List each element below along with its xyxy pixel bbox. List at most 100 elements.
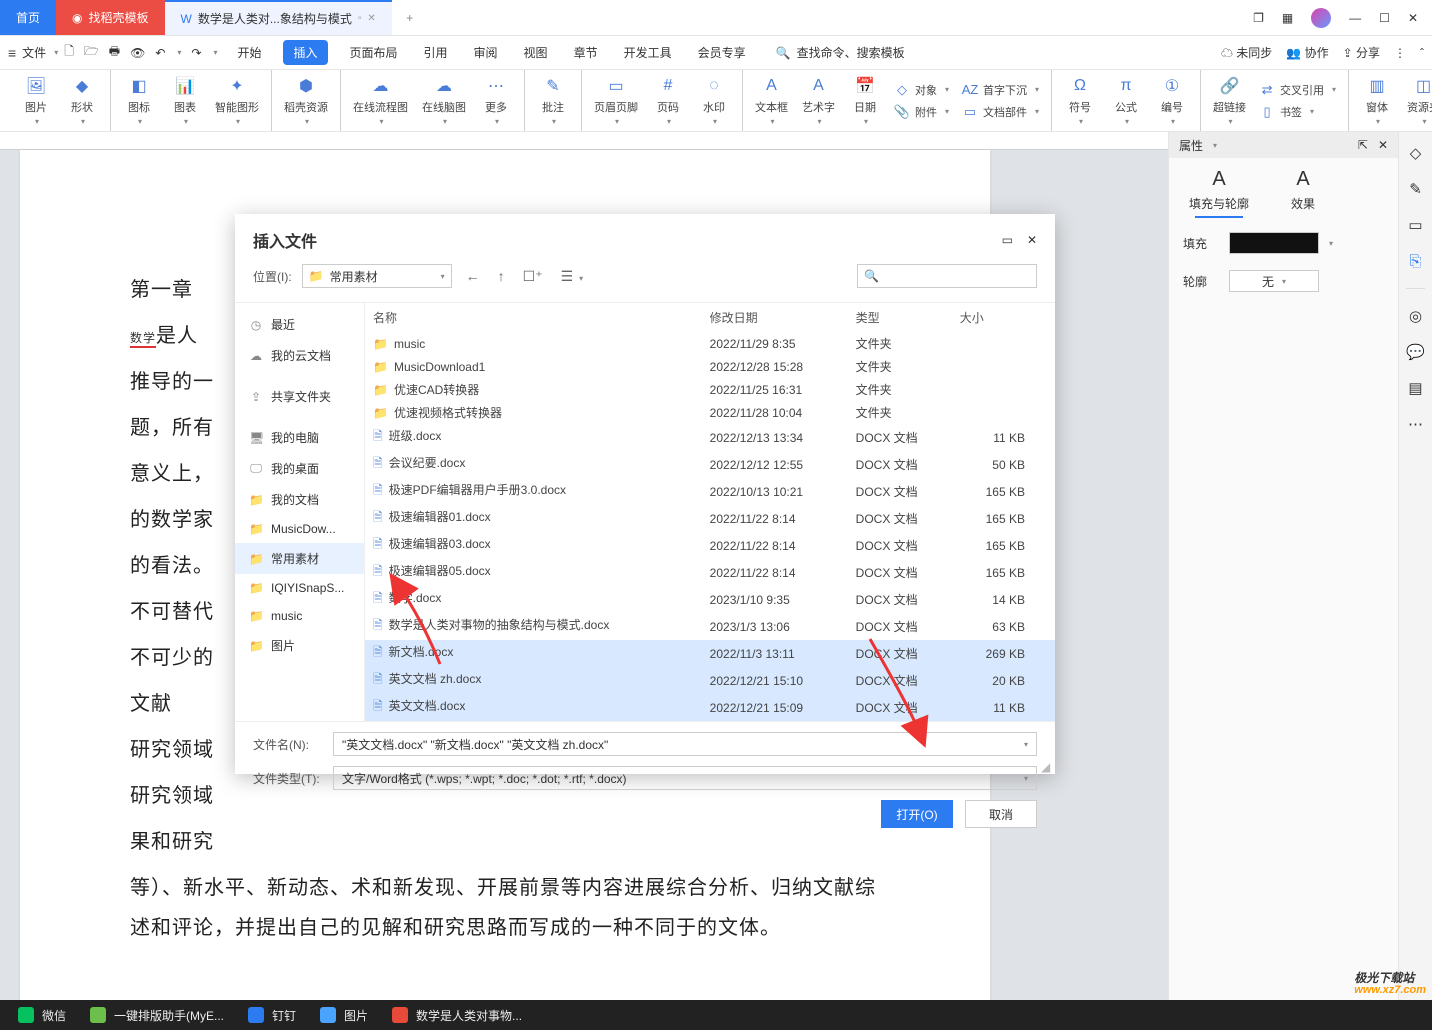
hamburger-icon[interactable]: ≡ xyxy=(8,45,16,61)
file-row[interactable]: 🗎会议纪要.docx2022/12/12 12:55DOCX 文档50 KB xyxy=(365,451,1055,478)
file-row[interactable]: 🗎极速编辑器05.docx2022/11/22 8:14DOCX 文档165 K… xyxy=(365,559,1055,586)
file-row[interactable]: 🗎英文文档.docx2022/12/21 15:09DOCX 文档11 KB xyxy=(365,694,1055,721)
nav-back-icon[interactable]: ← xyxy=(462,268,484,284)
qat-preview-icon[interactable]: 👁 xyxy=(130,46,145,60)
sidetool-assistant-icon[interactable]: ◇ xyxy=(1407,144,1425,162)
avatar[interactable] xyxy=(1311,8,1331,28)
taskbar-item[interactable]: 图片 xyxy=(308,1000,380,1030)
tab-doc-close-icon[interactable]: ✕ xyxy=(367,13,375,24)
folder-dropdown[interactable]: 📁 常用素材 ▾ xyxy=(302,264,452,288)
column-header[interactable]: 修改日期 xyxy=(702,303,848,332)
ribbon-tab[interactable]: 会员专享 xyxy=(694,40,750,65)
dialog-search-input[interactable]: 🔍 xyxy=(857,264,1037,288)
sidebar-item[interactable]: 📁我的文档 xyxy=(235,484,364,515)
file-row[interactable]: 🗎数学是人类对事物的抽象结构与模式.docx2023/1/3 13:06DOCX… xyxy=(365,613,1055,640)
tab-doc-menu-icon[interactable]: ▫ xyxy=(358,13,362,24)
ribbon-button[interactable]: A文本框▾ xyxy=(751,73,792,128)
sidetool-more-icon[interactable]: ⋯ xyxy=(1407,415,1425,433)
file-row[interactable]: 🗎极速编辑器01.docx2022/11/22 8:14DOCX 文档165 K… xyxy=(365,505,1055,532)
ribbon-button[interactable]: #页码▾ xyxy=(648,73,688,128)
ribbon-button[interactable]: ▯书签▾ xyxy=(1256,102,1340,122)
tab-template[interactable]: ◉ 找稻壳模板 xyxy=(56,0,165,35)
file-row[interactable]: 🗎极速PDF编辑器用户手册3.0.docx2022/10/13 10:21DOC… xyxy=(365,478,1055,505)
qat-print-icon[interactable]: 🖶 xyxy=(109,42,120,63)
sidebar-item[interactable]: ◷最近 xyxy=(235,309,364,340)
qat-open-icon[interactable]: 🗁 xyxy=(84,42,99,63)
layout-icon[interactable]: ❐ xyxy=(1253,11,1264,25)
sidetool-nav-icon[interactable]: ▤ xyxy=(1407,379,1425,397)
nav-view-icon[interactable]: ☰ ▾ xyxy=(557,268,587,285)
file-row[interactable]: 🗎班级.docx2022/12/13 13:34DOCX 文档11 KB xyxy=(365,424,1055,451)
window-minimize[interactable]: — xyxy=(1349,11,1361,25)
nav-newfolder-icon[interactable]: ☐⁺ xyxy=(519,268,547,285)
file-row[interactable]: 🗎新文档.docx2022/11/3 13:11DOCX 文档269 KB xyxy=(365,640,1055,667)
ribbon-button[interactable]: ⇄交叉引用▾ xyxy=(1256,80,1340,100)
nav-up-icon[interactable]: ↑ xyxy=(494,268,509,284)
column-header[interactable]: 类型 xyxy=(848,303,952,332)
qat-redo-icon[interactable]: ↷ xyxy=(191,46,201,60)
sidebar-item[interactable]: 📁music xyxy=(235,602,364,630)
taskbar-item[interactable]: 微信 xyxy=(6,1000,78,1030)
ribbon-button[interactable]: ▭页眉页脚▾ xyxy=(590,73,642,128)
ribbon-button[interactable]: 📊图表▾ xyxy=(165,73,205,128)
filename-input[interactable]: "英文文档.docx" "新文档.docx" "英文文档 zh.docx"▾ xyxy=(333,732,1037,756)
ribbon-button[interactable]: AZ首字下沉▾ xyxy=(959,80,1043,100)
taskbar-item[interactable]: 一键排版助手(MyE... xyxy=(78,1000,236,1030)
grid-icon[interactable]: ▦ xyxy=(1282,11,1293,25)
ribbon-button[interactable]: ◌水印▾ xyxy=(694,73,734,128)
ribbon-button[interactable]: ✦智能图形▾ xyxy=(211,73,263,128)
sidetool-comment-icon[interactable]: 💬 xyxy=(1407,343,1425,361)
sidetool-settings-icon[interactable]: ⎘ xyxy=(1407,252,1425,270)
resize-handle-icon[interactable]: ◢ xyxy=(1041,760,1053,772)
ribbon-button[interactable]: ☁在线流程图▾ xyxy=(349,73,412,128)
new-tab-button[interactable]: + xyxy=(392,0,428,35)
ribbon-tab[interactable]: 页面布局 xyxy=(346,40,402,65)
sidebar-item[interactable]: ⇪共享文件夹 xyxy=(235,381,364,412)
ribbon-tab[interactable]: 视图 xyxy=(520,40,552,65)
collapse-ribbon-icon[interactable]: ˆ xyxy=(1420,46,1424,60)
dialog-close-icon[interactable]: ✕ xyxy=(1027,233,1037,247)
file-row[interactable]: 📁music2022/11/29 8:35文件夹 xyxy=(365,332,1055,355)
search-input[interactable]: 查找命令、搜索模板 xyxy=(797,44,905,61)
prop-tab-effect[interactable]: A 效果 xyxy=(1279,168,1327,218)
dialog-minimize-icon[interactable]: ▭ xyxy=(1002,233,1013,247)
ribbon-button[interactable]: 🔗超链接▾ xyxy=(1209,73,1250,128)
ribbon-button[interactable]: ✎批注▾ xyxy=(533,73,573,128)
ribbon-tab[interactable]: 审阅 xyxy=(470,40,502,65)
open-button[interactable]: 打开(O) xyxy=(881,800,953,828)
ribbon-button[interactable]: ▭文档部件▾ xyxy=(959,102,1043,122)
prop-tab-fill[interactable]: A 填充与轮廓 xyxy=(1189,168,1249,218)
column-header[interactable]: 大小 xyxy=(952,303,1055,332)
ribbon-button[interactable]: ①编号▾ xyxy=(1152,73,1192,128)
tab-home[interactable]: 首页 xyxy=(0,0,56,35)
sidetool-clip-icon[interactable]: ◎ xyxy=(1407,307,1425,325)
more-icon[interactable]: ⋮ xyxy=(1394,46,1406,60)
cancel-button[interactable]: 取消 xyxy=(965,800,1037,828)
ribbon-button[interactable]: Ω符号▾ xyxy=(1060,73,1100,128)
ribbon-tab[interactable]: 章节 xyxy=(570,40,602,65)
ruler[interactable] xyxy=(0,132,1168,150)
ribbon-button[interactable]: ☁在线脑图▾ xyxy=(418,73,470,128)
file-row[interactable]: 📁MusicDownload12022/12/28 15:28文件夹 xyxy=(365,355,1055,378)
ribbon-button[interactable]: A艺术字▾ xyxy=(798,73,839,128)
file-row[interactable]: 📁优速CAD转换器2022/11/25 16:31文件夹 xyxy=(365,378,1055,401)
qat-undo-icon[interactable]: ↶ xyxy=(155,46,165,60)
sidebar-item[interactable]: 📁常用素材 xyxy=(235,543,364,574)
file-row[interactable]: 🗎英文文档 zh.docx2022/12/21 15:10DOCX 文档20 K… xyxy=(365,667,1055,694)
coop-label[interactable]: 👥 协作 xyxy=(1286,44,1328,61)
column-header[interactable]: 名称 xyxy=(365,303,702,332)
outline-dropdown[interactable]: 无▾ xyxy=(1229,270,1319,292)
ribbon-tab[interactable]: 插入 xyxy=(283,40,327,65)
ribbon-button[interactable]: ◇对象▾ xyxy=(891,80,953,100)
window-close[interactable]: ✕ xyxy=(1408,11,1418,25)
sidebar-item[interactable]: 📁图片 xyxy=(235,630,364,661)
filetype-input[interactable]: 文字/Word格式 (*.wps; *.wpt; *.doc; *.dot; *… xyxy=(333,766,1037,790)
ribbon-button[interactable]: ◧图标▾ xyxy=(119,73,159,128)
ribbon-button[interactable]: 🖼图片▾ xyxy=(16,73,56,128)
ribbon-button[interactable]: ▥窗体▾ xyxy=(1357,73,1397,128)
ribbon-button[interactable]: ⋯更多▾ xyxy=(476,73,516,128)
ribbon-button[interactable]: ◆形状▾ xyxy=(62,73,102,128)
fill-color-swatch[interactable] xyxy=(1229,232,1319,254)
unsync-label[interactable]: ☁ 未同步 xyxy=(1221,44,1272,61)
ribbon-button[interactable]: π公式▾ xyxy=(1106,73,1146,128)
